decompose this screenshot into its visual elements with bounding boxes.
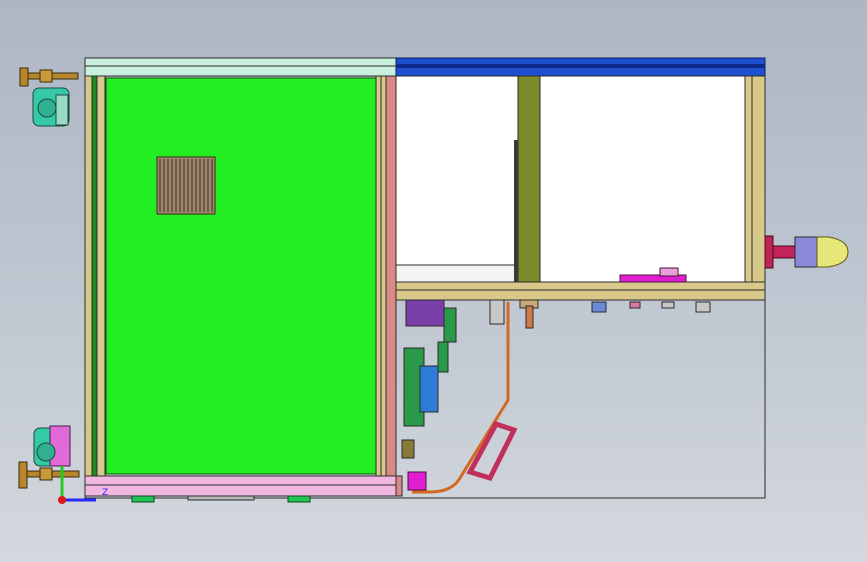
origin-dot <box>58 496 66 504</box>
beacon-light[interactable] <box>764 235 849 269</box>
right-section-interior <box>395 75 766 285</box>
cad-model-canvas[interactable] <box>0 0 867 562</box>
leveling-foot-top[interactable] <box>19 67 79 87</box>
left-frame-posts <box>84 75 106 477</box>
caster-bottom[interactable] <box>33 425 71 467</box>
caster-top[interactable] <box>32 87 70 127</box>
top-rail[interactable] <box>84 57 766 77</box>
side-panel[interactable] <box>105 77 377 475</box>
vent-grille[interactable] <box>156 156 216 215</box>
vertical-post[interactable] <box>514 75 541 283</box>
divider-post[interactable] <box>375 75 397 477</box>
triad-z-label: Z <box>102 488 109 498</box>
motor-assembly[interactable] <box>401 299 457 491</box>
crossbar-bolts <box>489 299 711 329</box>
cad-viewport[interactable]: Z <box>0 0 867 562</box>
right-frame-post <box>744 75 766 285</box>
